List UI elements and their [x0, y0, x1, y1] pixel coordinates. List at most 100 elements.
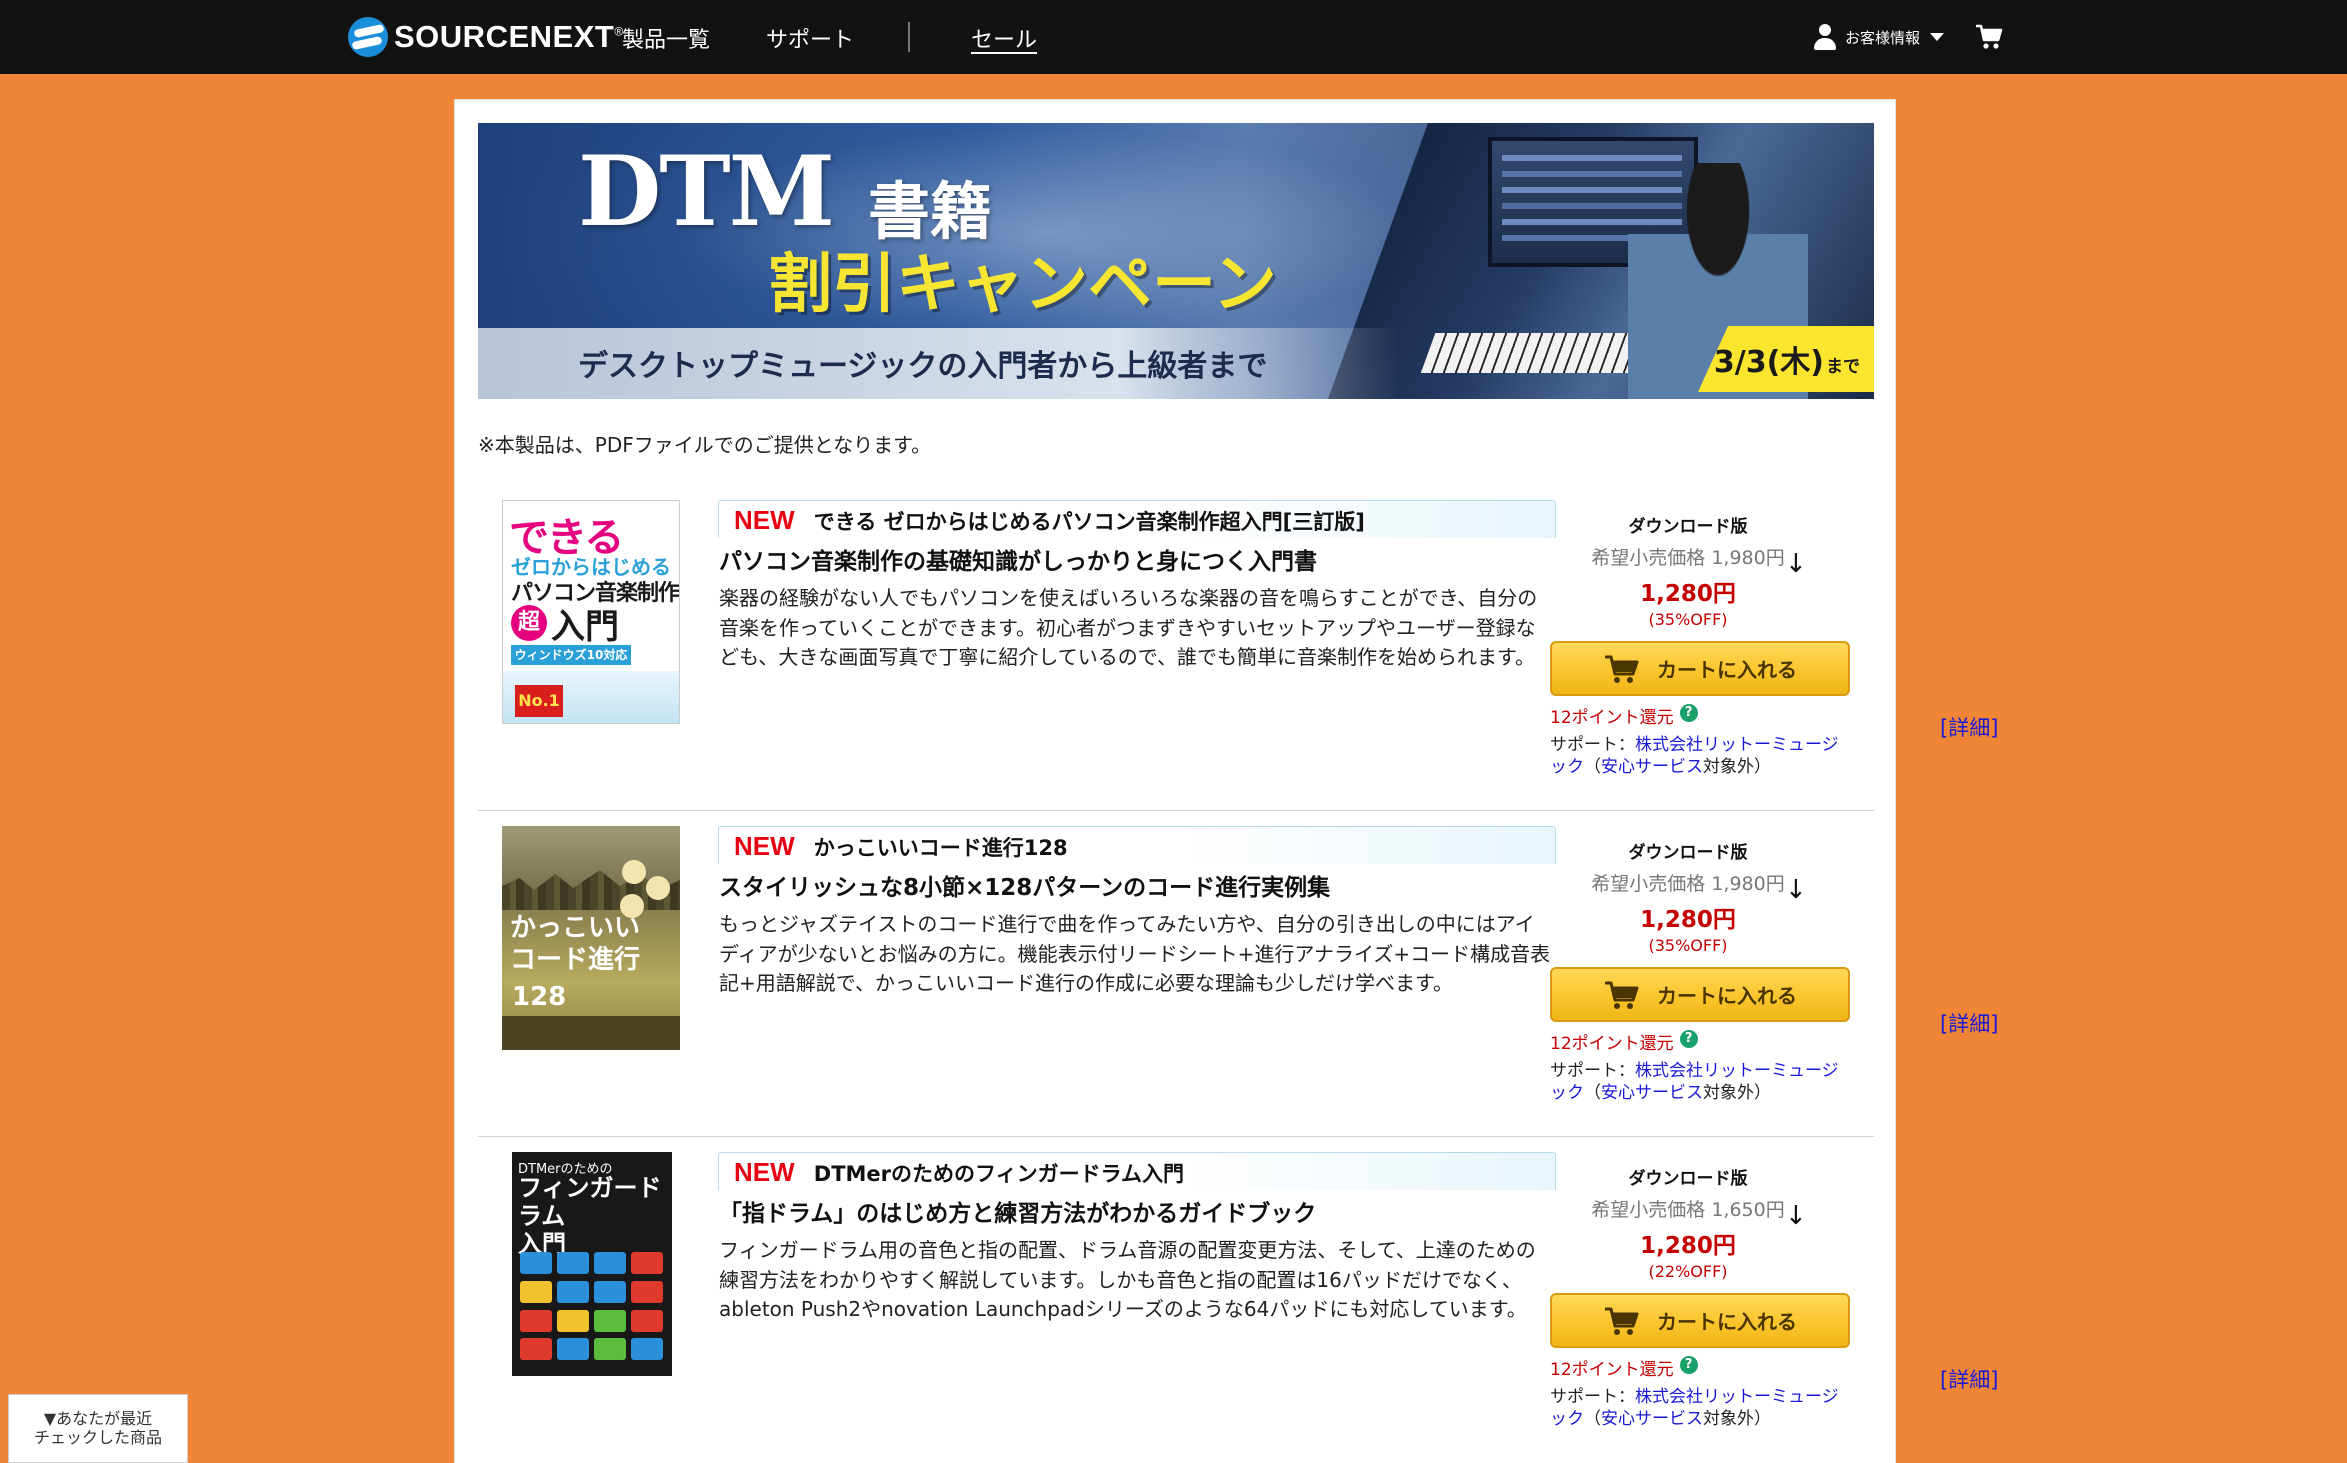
- list-price-text: 希望小売価格 1,980円: [1591, 547, 1785, 569]
- points-info: 12ポイント還元 ?: [1550, 1029, 1698, 1054]
- support-service-link[interactable]: 安心サービス: [1601, 1409, 1703, 1429]
- support-paren: （: [1584, 757, 1601, 777]
- cover-text: 入門: [551, 607, 619, 647]
- nav-sale[interactable]: セール: [971, 22, 1037, 54]
- cover-text: ウィンドウズ10対応: [511, 645, 631, 665]
- support-service-link[interactable]: 安心サービス: [1601, 757, 1703, 777]
- points-text: 12ポイント還元: [1550, 1360, 1674, 1380]
- support-prefix: サポート：: [1550, 1061, 1635, 1081]
- sourcenext-logo-icon: [348, 17, 388, 57]
- product-description: フィンガードラム用の音色と指の配置、ドラム音源の配置変更方法、そして、上達のため…: [719, 1238, 1536, 1321]
- cover-decoration: [622, 860, 646, 884]
- support-suffix: 対象外）: [1703, 1083, 1771, 1103]
- cover-text: No.1: [515, 685, 563, 717]
- edition-label: ダウンロード版: [1628, 843, 1748, 863]
- product-name[interactable]: DTMerのためのフィンガードラム入門: [814, 1158, 1184, 1188]
- new-badge: NEW: [734, 505, 795, 535]
- product-catchcopy: パソコン音楽制作の基礎知識がしっかりと身につく入門書: [719, 549, 1317, 575]
- support-paren: （: [1584, 1409, 1601, 1429]
- banner-date-suffix: まで: [1826, 356, 1860, 377]
- sale-price: 1,280円: [1640, 581, 1736, 607]
- nav-support[interactable]: サポート: [766, 22, 854, 54]
- edition-label: ダウンロード版: [1628, 1169, 1748, 1189]
- points-info: 12ポイント還元 ?: [1550, 1355, 1698, 1380]
- support-prefix: サポート：: [1550, 735, 1635, 755]
- support-paren: （: [1584, 1083, 1601, 1103]
- discount-rate: (35%OFF): [1648, 936, 1728, 955]
- cover-text: フィンガードラム 入門: [518, 1174, 662, 1258]
- product-item: DTMerのための フィンガードラム 入門 NEW DTMerのためのフィンガード…: [478, 1152, 1998, 1463]
- help-icon[interactable]: ?: [1679, 1029, 1698, 1048]
- product-catchcopy: 「指ドラム」のはじめ方と練習方法がわかるガイドブック: [719, 1201, 1317, 1227]
- discount-rate: (35%OFF): [1648, 610, 1728, 629]
- help-icon[interactable]: ?: [1679, 1355, 1698, 1374]
- nav-divider: [908, 22, 910, 52]
- support-suffix: 対象外）: [1703, 1409, 1771, 1429]
- nav-products[interactable]: 製品一覧: [622, 22, 710, 54]
- user-icon: [1813, 24, 1837, 50]
- detail-link[interactable]: [詳細]: [1940, 712, 1998, 742]
- recently-viewed-line2: チェックした商品: [33, 1428, 162, 1447]
- recently-viewed-tab[interactable]: ▼あなたが最近 チェックした商品: [8, 1394, 188, 1463]
- user-menu[interactable]: お客様情報: [1813, 24, 1945, 50]
- product-name[interactable]: できる ゼロからはじめるパソコン音楽制作超入門[三訂版]: [814, 506, 1365, 536]
- price-block: ダウンロード版 希望小売価格 1,650円 ↓ 1,280円 (22%OFF): [1528, 1164, 1848, 1281]
- banner-subtitle: デスクトップミュージックの入門者から上級者まで: [578, 349, 1268, 384]
- cart-icon[interactable]: [1975, 24, 2003, 50]
- cart-icon: [1605, 655, 1639, 683]
- main-panel: DTM 書籍 割引キャンペーン デスクトップミュージックの入門者から上級者まで …: [454, 99, 1998, 1463]
- support-service-link[interactable]: 安心サービス: [1601, 1083, 1703, 1103]
- discount-rate: (22%OFF): [1648, 1262, 1728, 1281]
- product-description: もっとジャズテイストのコード進行で曲を作ってみたい方や、自分の引き出しの中にはア…: [719, 912, 1551, 995]
- points-info: 12ポイント還元 ?: [1550, 703, 1698, 728]
- cover-decoration: [502, 1016, 680, 1050]
- sourcenext-logo[interactable]: SOURCENEXT®: [348, 16, 624, 58]
- edition-label: ダウンロード版: [1628, 517, 1748, 537]
- add-to-cart-button[interactable]: カートに入れる: [1550, 641, 1850, 696]
- support-suffix: 対象外）: [1703, 757, 1771, 777]
- user-menu-label: お客様情報: [1845, 28, 1921, 47]
- new-badge: NEW: [734, 831, 795, 861]
- banner-date-main: 3/3(木): [1713, 345, 1824, 380]
- list-price-text: 希望小売価格 1,980円: [1591, 873, 1785, 895]
- cart-icon: [1605, 1307, 1639, 1335]
- list-price-text: 希望小売価格 1,650円: [1591, 1199, 1785, 1221]
- add-to-cart-button[interactable]: カートに入れる: [1550, 967, 1850, 1022]
- help-icon[interactable]: ?: [1679, 703, 1698, 722]
- banner-end-date: 3/3(木) まで: [1698, 326, 1874, 392]
- add-to-cart-label: カートに入れる: [1657, 984, 1797, 1008]
- support-info: サポート：株式会社リットーミュージック（安心サービス対象外）: [1550, 1060, 1850, 1104]
- price-block: ダウンロード版 希望小売価格 1,980円 ↓ 1,280円 (35%OFF): [1528, 838, 1848, 955]
- arrow-down-icon: ↓: [1785, 1201, 1807, 1231]
- support-info: サポート：株式会社リットーミュージック（安心サービス対象外）: [1550, 1386, 1850, 1430]
- list-price: 希望小売価格 1,650円 ↓: [1528, 1195, 1848, 1231]
- support-info: サポート：株式会社リットーミュージック（安心サービス対象外）: [1550, 734, 1850, 778]
- chevron-down-icon: [1930, 33, 1945, 41]
- cart-icon: [1605, 981, 1639, 1009]
- arrow-down-icon: ↓: [1785, 549, 1807, 579]
- product-name[interactable]: かっこいいコード進行128: [814, 832, 1068, 862]
- detail-link[interactable]: [詳細]: [1940, 1008, 1998, 1038]
- product-cover-image[interactable]: できる ゼロからはじめる パソコン音楽制作 超 入門 ウィンドウズ10対応 No…: [502, 500, 680, 724]
- product-cover-image[interactable]: かっこいい コード進行 128: [502, 826, 680, 1050]
- product-title-box[interactable]: NEW かっこいいコード進行128: [718, 826, 1556, 864]
- logo-text: SOURCENEXT®: [394, 19, 624, 54]
- detail-link[interactable]: [詳細]: [1940, 1364, 1998, 1394]
- recently-viewed-line1: ▼あなたが最近: [43, 1409, 153, 1428]
- campaign-banner[interactable]: DTM 書籍 割引キャンペーン デスクトップミュージックの入門者から上級者まで …: [478, 123, 1874, 399]
- list-price: 希望小売価格 1,980円 ↓: [1528, 543, 1848, 579]
- list-price: 希望小売価格 1,980円 ↓: [1528, 869, 1848, 905]
- product-cover-image[interactable]: DTMerのための フィンガードラム 入門: [512, 1152, 672, 1376]
- pdf-notice: ※本製品は、PDFファイルでのご提供となります。: [478, 433, 932, 457]
- product-title-box[interactable]: NEW DTMerのためのフィンガードラム入門: [718, 1152, 1556, 1190]
- cover-pad-grid: [520, 1252, 670, 1362]
- cover-text: 128: [512, 982, 567, 1012]
- price-block: ダウンロード版 希望小売価格 1,980円 ↓ 1,280円 (35%OFF): [1528, 512, 1848, 629]
- sale-price: 1,280円: [1640, 907, 1736, 933]
- points-text: 12ポイント還元: [1550, 708, 1674, 728]
- product-title-box[interactable]: NEW できる ゼロからはじめるパソコン音楽制作超入門[三訂版]: [718, 500, 1556, 538]
- banner-title-campaign: 割引キャンペーン: [768, 248, 1277, 322]
- support-prefix: サポート：: [1550, 1387, 1635, 1407]
- add-to-cart-button[interactable]: カートに入れる: [1550, 1293, 1850, 1348]
- banner-title-dtm: DTM: [578, 135, 835, 248]
